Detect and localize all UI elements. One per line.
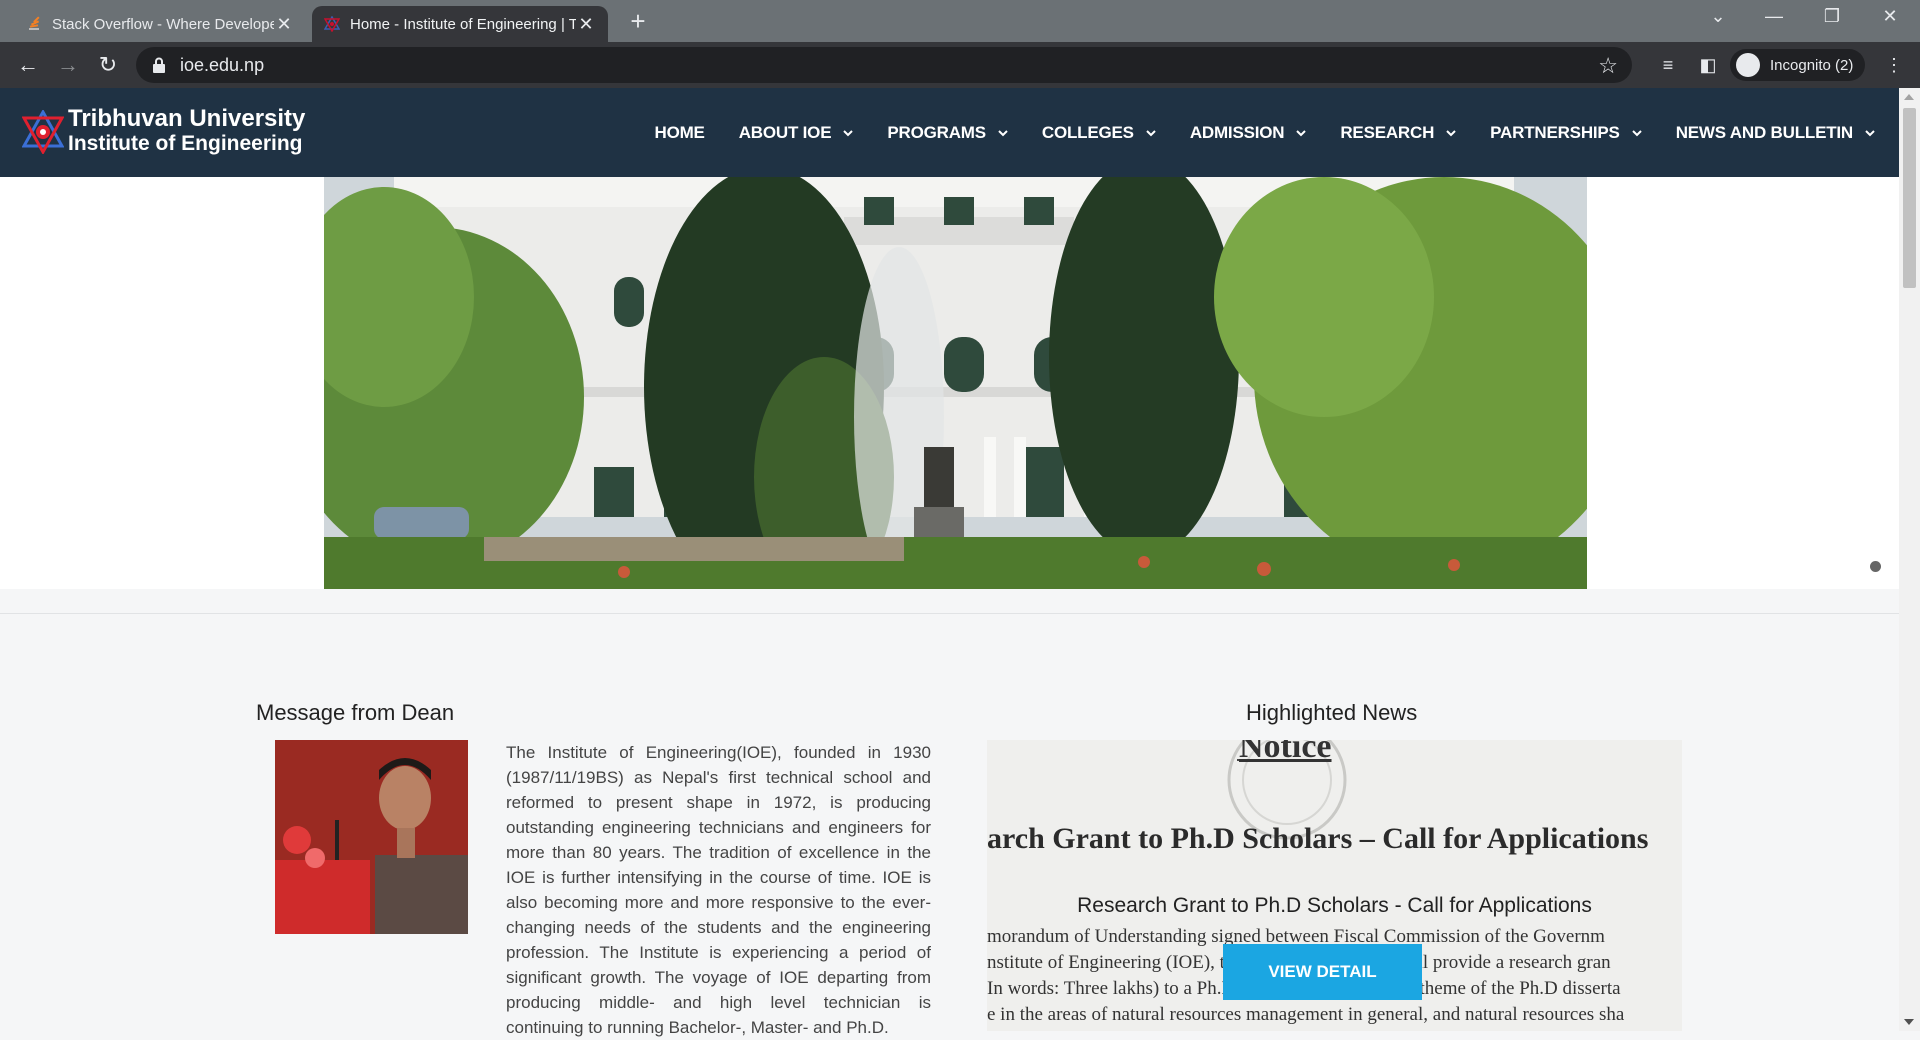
reading-list-icon[interactable]: ≡: [1654, 51, 1682, 79]
nav-partnerships[interactable]: PARTNERSHIPS: [1490, 123, 1642, 143]
chevron-down-icon: [1146, 129, 1156, 136]
nav-research[interactable]: RESEARCH: [1340, 123, 1456, 143]
nav-label: PARTNERSHIPS: [1490, 122, 1620, 142]
url-text: ioe.edu.np: [180, 54, 265, 75]
chevron-down-icon: [843, 129, 854, 136]
dean-message: The Institute of Engineering(IOE), found…: [506, 743, 931, 1037]
site-brand[interactable]: Tribhuvan University Institute of Engine…: [68, 106, 305, 156]
nav-label: ADMISSION: [1189, 122, 1285, 142]
page-scrollbar[interactable]: [1899, 88, 1920, 1031]
address-bar[interactable]: ioe.edu.np ☆: [136, 47, 1632, 83]
notice-line: e in the areas of natural resources mana…: [987, 1004, 1625, 1025]
dean-photo: [275, 740, 468, 934]
tab-search-chevron-icon[interactable]: ⌄: [1696, 6, 1740, 34]
chevron-down-icon: [1865, 129, 1875, 136]
nav-label: RESEARCH: [1340, 122, 1435, 142]
notice-headline: arch Grant to Ph.D Scholars – Call for A…: [987, 822, 1649, 855]
back-arrow-icon[interactable]: ←: [14, 51, 42, 79]
incognito-profile-button[interactable]: Incognito (2): [1730, 49, 1866, 81]
ioe-favicon-icon: [324, 16, 340, 32]
brand-university: Tribhuvan University: [68, 105, 306, 132]
tab-title: Home - Institute of Engineering | Tribhu…: [350, 15, 576, 33]
main-navigation: HOME ABOUT IOE PROGRAMS COLLEGES ADMISSI…: [621, 88, 1876, 177]
forward-arrow-icon[interactable]: →: [54, 51, 82, 79]
nav-label: NEWS AND BULLETIN: [1675, 122, 1853, 142]
nav-colleges[interactable]: COLLEGES: [1042, 123, 1156, 143]
dean-portrait-illustration: [275, 740, 468, 934]
new-tab-button[interactable]: +: [624, 8, 652, 36]
lock-icon: [153, 57, 165, 73]
scroll-up-arrow-icon[interactable]: [1904, 94, 1914, 100]
profile-label: Incognito (2): [1770, 56, 1854, 74]
section-divider: [0, 613, 1899, 614]
notice-word: Notice: [1239, 740, 1332, 765]
nav-label: HOME: [654, 122, 705, 142]
chevron-down-icon: [1446, 129, 1456, 136]
chevron-down-icon: [998, 129, 1008, 136]
view-detail-button[interactable]: VIEW DETAIL: [1223, 944, 1422, 1000]
tab-close-icon[interactable]: ✕: [274, 14, 294, 35]
news-section-heading: Highlighted News: [1246, 700, 1418, 725]
nav-home[interactable]: HOME: [655, 123, 705, 143]
nav-label: COLLEGES: [1041, 122, 1134, 142]
dean-section-heading: Message from Dean: [256, 700, 455, 725]
incognito-icon: [1736, 53, 1760, 77]
tab-title: Stack Overflow - Where Developers Learn: [52, 15, 274, 33]
nav-news-and-bulletin[interactable]: NEWS AND BULLETIN: [1676, 123, 1875, 143]
chevron-down-icon: [1631, 129, 1642, 136]
hero-campus-image: [324, 177, 1587, 589]
window-close-icon[interactable]: ✕: [1868, 6, 1912, 34]
campus-building-illustration: [324, 177, 1587, 589]
nav-admission[interactable]: ADMISSION: [1190, 123, 1307, 143]
chevron-down-icon: [1296, 129, 1307, 136]
browser-tab-ioe[interactable]: Home - Institute of Engineering | Tribhu…: [312, 6, 608, 42]
bookmark-star-icon[interactable]: ☆: [1598, 53, 1618, 79]
browser-tab-strip: Stack Overflow - Where Developers Learn …: [0, 0, 1920, 42]
tu-logo-icon[interactable]: [22, 110, 64, 154]
side-panel-icon[interactable]: ◧: [1694, 51, 1722, 79]
news-caption[interactable]: Research Grant to Ph.D Scholars - Call f…: [987, 894, 1682, 918]
scroll-down-arrow-icon[interactable]: [1904, 1019, 1914, 1025]
nav-label: PROGRAMS: [887, 122, 986, 142]
reload-icon[interactable]: ↻: [94, 51, 122, 79]
slider-indicator-dot[interactable]: [1870, 561, 1881, 572]
browser-tab-stackoverflow[interactable]: Stack Overflow - Where Developers Learn …: [14, 6, 306, 42]
tab-close-icon[interactable]: ✕: [576, 14, 596, 35]
nav-label: ABOUT IOE: [738, 122, 832, 142]
restore-icon[interactable]: ❐: [1810, 6, 1854, 34]
nav-about-ioe[interactable]: ABOUT IOE: [739, 123, 854, 143]
stackoverflow-favicon-icon: [29, 16, 40, 30]
nav-programs[interactable]: PROGRAMS: [887, 123, 1008, 143]
minimize-icon[interactable]: —: [1752, 6, 1796, 34]
browser-menu-icon[interactable]: ⋮: [1880, 51, 1908, 79]
browser-toolbar: ← → ↻ ioe.edu.np ☆ ≡ ◧ Incognito (2) ⋮: [0, 42, 1920, 88]
scrollbar-thumb[interactable]: [1903, 108, 1916, 288]
site-header: Tribhuvan University Institute of Engine…: [0, 88, 1899, 177]
brand-institute: Institute of Engineering: [68, 132, 303, 155]
